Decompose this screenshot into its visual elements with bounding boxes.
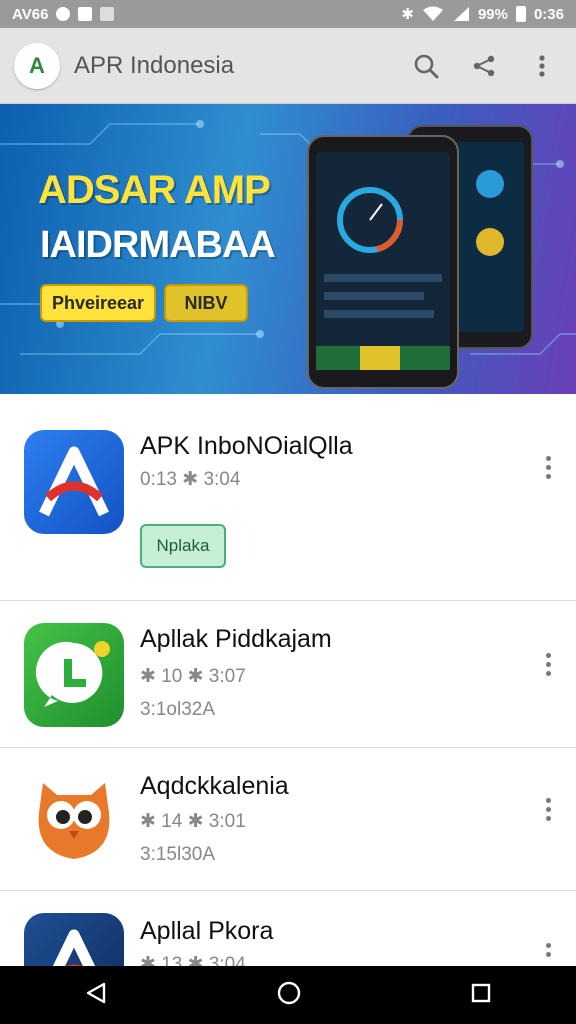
- search-icon[interactable]: [412, 52, 440, 80]
- chat-app-icon[interactable]: [24, 623, 124, 727]
- more-vert-icon[interactable]: [528, 52, 556, 80]
- app-meta-secondary: 3:15l30A: [140, 844, 216, 865]
- app-title: Aqdckkalenia: [140, 772, 289, 800]
- app-a-icon[interactable]: [24, 430, 124, 534]
- app-logo[interactable]: A: [14, 42, 60, 89]
- battery-percent: 99%: [477, 5, 508, 23]
- app-meta-secondary: 3:1ol32A: [140, 699, 216, 720]
- share-icon[interactable]: [470, 52, 498, 80]
- list-item[interactable]: Apllal Pkora ✱ 13 ✱ 3:04: [0, 891, 576, 1017]
- list-item[interactable]: Aqdckkalenia ✱ 14 ✱ 3:01 3:15l30A: [0, 748, 576, 891]
- image-icon: [78, 7, 93, 21]
- navigation-bar: [0, 966, 576, 1024]
- app-meta: 0:13 ✱ 3:04: [140, 469, 241, 490]
- app-title: Apllal Pkora: [140, 917, 274, 945]
- app-bar: A APR Indonesia: [0, 28, 576, 104]
- home-icon[interactable]: [276, 980, 302, 1011]
- app-meta: ✱ 14 ✱ 3:01: [140, 811, 246, 832]
- app-title: Apllak Piddkajam: [140, 625, 332, 653]
- app-meta: ✱ 10 ✱ 3:07: [140, 666, 246, 687]
- banner-subheadline: IAIDRMABAA: [40, 224, 276, 266]
- banner-secondary-button[interactable]: NIBV: [164, 284, 248, 322]
- banner-primary-button[interactable]: Phveireear: [40, 284, 156, 322]
- recents-icon[interactable]: [470, 982, 492, 1009]
- owl-app-icon[interactable]: [24, 768, 124, 872]
- phones-illustration: [307, 125, 533, 389]
- promo-banner[interactable]: ADSAR AMP IAIDRMABAA Phveireear NIBV: [0, 104, 576, 394]
- notification-icon: [56, 7, 71, 21]
- banner-headline: ADSAR AMP: [38, 168, 271, 212]
- more-vert-icon[interactable]: [538, 943, 558, 957]
- more-vert-icon[interactable]: [538, 653, 558, 676]
- signal-icon: [453, 7, 469, 21]
- clock: 0:36: [533, 5, 564, 23]
- app-title: APK InboNOialQlla: [140, 432, 353, 460]
- logo-letter: A: [29, 52, 45, 78]
- list-item[interactable]: Apllak Piddkajam ✱ 10 ✱ 3:07 3:1ol32A: [0, 601, 576, 748]
- gallery-icon: [100, 7, 115, 21]
- open-button[interactable]: Nplaka: [140, 524, 226, 568]
- more-vert-icon[interactable]: [538, 798, 558, 821]
- list-item[interactable]: APK InboNOialQlla 0:13 ✱ 3:04 Nplaka: [0, 394, 576, 601]
- carrier-text: AV66: [12, 5, 49, 23]
- back-icon[interactable]: [84, 981, 108, 1010]
- status-bar: AV66 ✱ 99% 0:36: [0, 0, 576, 28]
- bluetooth-icon: ✱: [401, 6, 414, 23]
- wifi-icon: [422, 6, 443, 21]
- page-title: APR Indonesia: [74, 51, 235, 79]
- battery-icon: [515, 6, 526, 22]
- more-vert-icon[interactable]: [538, 456, 558, 479]
